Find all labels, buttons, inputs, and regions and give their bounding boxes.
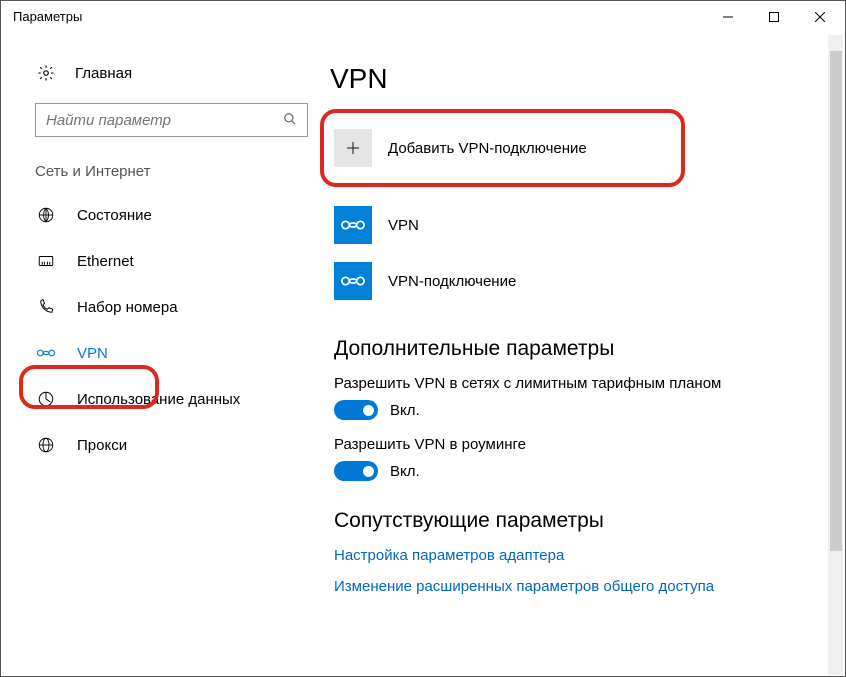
add-vpn-button[interactable]: Добавить VPN-подключение	[334, 125, 679, 171]
sidebar-item-label: VPN	[77, 345, 108, 362]
search-field[interactable]	[46, 112, 283, 129]
sidebar-item-data-usage[interactable]: Использование данных	[1, 376, 326, 422]
sidebar-item-label: Использование данных	[77, 391, 240, 408]
link-adapter-settings[interactable]: Настройка параметров адаптера	[334, 547, 845, 564]
add-vpn-label: Добавить VPN-подключение	[388, 140, 587, 157]
globe-grid-icon	[35, 204, 57, 226]
scroll-thumb[interactable]	[830, 51, 842, 551]
sidebar-item-label: Состояние	[77, 207, 152, 224]
add-vpn-container: Добавить VPN-подключение	[326, 115, 679, 181]
sidebar-item-label: Прокси	[77, 437, 127, 454]
sidebar-home-label: Главная	[75, 65, 132, 82]
content-area: Главная Сеть и Интернет Сос	[1, 33, 845, 676]
window-title: Параметры	[13, 9, 705, 24]
titlebar: Параметры	[1, 1, 845, 33]
search-icon	[283, 112, 299, 129]
minimize-icon	[723, 12, 733, 22]
vpn-icon	[35, 342, 57, 364]
toggle-row-roaming: Разрешить VPN в роуминге Вкл.	[334, 436, 845, 481]
sidebar-item-status[interactable]: Состояние	[1, 192, 326, 238]
gear-icon	[35, 62, 57, 84]
toggle-switch-metered[interactable]	[334, 400, 378, 420]
related-heading: Сопутствующие параметры	[334, 509, 845, 533]
minimize-button[interactable]	[705, 1, 751, 32]
globe-icon	[35, 434, 57, 456]
toggle-row-metered: Разрешить VPN в сетях с лимитным тарифны…	[334, 375, 845, 420]
toggle-switch-roaming[interactable]	[334, 461, 378, 481]
sidebar-item-dialup[interactable]: Набор номера	[1, 284, 326, 330]
maximize-icon	[769, 12, 779, 22]
sidebar-item-label: Набор номера	[77, 299, 178, 316]
phone-icon	[35, 296, 57, 318]
toggle-state: Вкл.	[390, 402, 420, 419]
vpn-connection-item[interactable]: VPN	[334, 197, 845, 253]
plus-icon	[334, 129, 372, 167]
ethernet-icon	[35, 250, 57, 272]
sidebar: Главная Сеть и Интернет Сос	[1, 33, 326, 676]
vpn-connection-icon	[334, 262, 372, 300]
scrollbar[interactable]	[827, 35, 843, 675]
toggle-state: Вкл.	[390, 463, 420, 480]
maximize-button[interactable]	[751, 1, 797, 32]
close-button[interactable]	[797, 1, 843, 32]
advanced-heading: Дополнительные параметры	[334, 337, 845, 361]
data-usage-icon	[35, 388, 57, 410]
sidebar-section-label: Сеть и Интернет	[35, 163, 326, 180]
page-title: VPN	[330, 63, 845, 95]
vpn-connection-label: VPN	[388, 217, 419, 234]
vpn-connection-icon	[334, 206, 372, 244]
vpn-connection-item[interactable]: VPN-подключение	[334, 253, 845, 309]
toggle-label: Разрешить VPN в роуминге	[334, 436, 845, 453]
toggle-label: Разрешить VPN в сетях с лимитным тарифны…	[334, 375, 845, 392]
sidebar-item-home[interactable]: Главная	[1, 53, 326, 93]
sidebar-item-label: Ethernet	[77, 253, 134, 270]
close-icon	[815, 12, 825, 22]
sidebar-item-ethernet[interactable]: Ethernet	[1, 238, 326, 284]
sidebar-item-vpn[interactable]: VPN	[1, 330, 326, 376]
search-input[interactable]	[35, 103, 308, 137]
sidebar-item-proxy[interactable]: Прокси	[1, 422, 326, 468]
main-pane: VPN Добавить VPN-подключение VP	[326, 33, 845, 676]
vpn-connection-label: VPN-подключение	[388, 273, 516, 290]
link-sharing-settings[interactable]: Изменение расширенных параметров общего …	[334, 578, 845, 595]
settings-window: Параметры Главная	[0, 0, 846, 677]
